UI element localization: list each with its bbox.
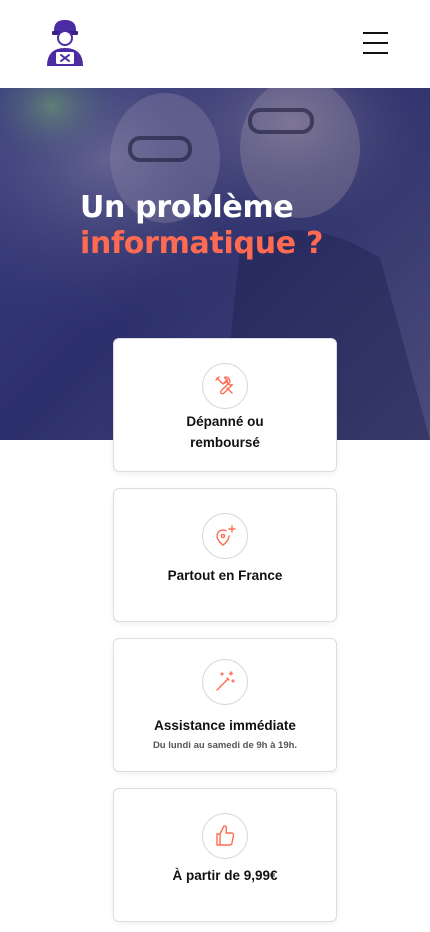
hero-title: Un problème informatique ? (80, 190, 323, 262)
hero-title-line1: Un problème (80, 190, 294, 225)
technician-logo-icon[interactable] (44, 18, 86, 68)
feature-card-price: À partir de 9,99€ (113, 788, 337, 922)
thumbs-up-icon (202, 813, 248, 859)
feature-card-repair: Dépanné ou remboursé (113, 338, 337, 472)
feature-card-france: Partout en France (113, 488, 337, 622)
tools-icon (202, 363, 248, 409)
feature-title: Partout en France (167, 568, 283, 583)
hero-title-line2: informatique ? (80, 226, 324, 261)
magic-wand-icon (202, 659, 248, 705)
feature-card-assistance: Assistance immédiate Du lundi au samedi … (113, 638, 337, 772)
feature-title: À partir de 9,99€ (172, 868, 278, 883)
feature-subtitle: Du lundi au samedi de 9h à 19h. (152, 740, 298, 751)
hamburger-menu-icon[interactable] (360, 28, 390, 58)
map-pin-plus-icon (202, 513, 248, 559)
feature-title: Dépanné ou remboursé (186, 414, 264, 450)
site-header (0, 0, 430, 88)
feature-title: Assistance immédiate (154, 718, 296, 733)
